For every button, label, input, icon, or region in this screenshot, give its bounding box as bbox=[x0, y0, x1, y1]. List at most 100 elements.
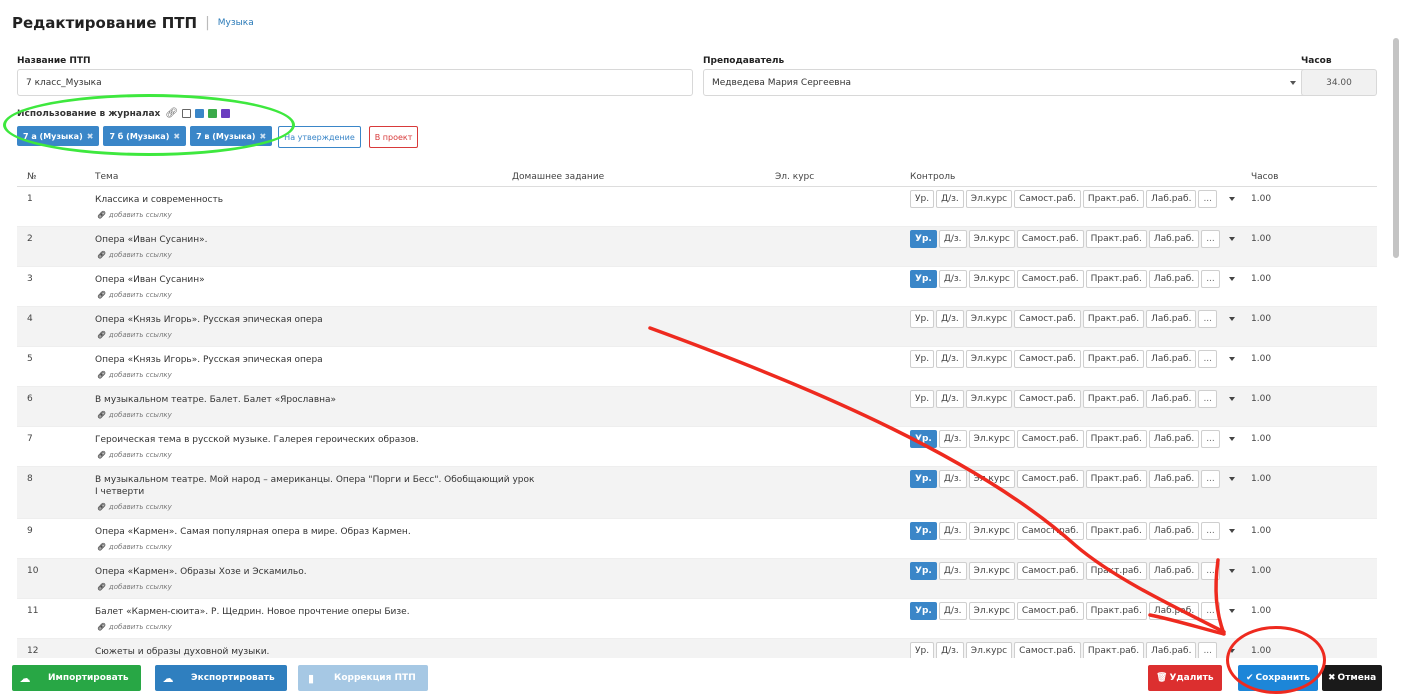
control-toggle[interactable]: Лаб.раб. bbox=[1146, 190, 1197, 208]
control-toggle[interactable]: Практ.раб. bbox=[1082, 310, 1145, 328]
control-toggle[interactable]: Эл.курс bbox=[965, 190, 1013, 208]
control-toggle[interactable]: Эл.курс bbox=[968, 230, 1015, 248]
control-toggle[interactable]: Лаб.раб. bbox=[1146, 350, 1197, 368]
control-toggle[interactable]: Самост.раб. bbox=[1014, 310, 1081, 328]
scrollbar-thumb[interactable] bbox=[1393, 38, 1399, 258]
control-toggle[interactable]: ... bbox=[1198, 190, 1218, 208]
control-toggle[interactable]: ... bbox=[1201, 602, 1220, 620]
control-toggle[interactable]: Д/з. bbox=[938, 270, 967, 288]
row-topic[interactable]: Опера «Кармен». Самая популярная опера в… bbox=[95, 526, 535, 538]
chevron-down-icon[interactable] bbox=[1229, 317, 1235, 321]
control-toggle[interactable]: Самост.раб. bbox=[1016, 230, 1084, 248]
control-toggle[interactable]: Самост.раб. bbox=[1014, 190, 1081, 208]
control-toggle[interactable]: Практ.раб. bbox=[1085, 430, 1147, 448]
control-toggle[interactable]: Эл.курс bbox=[965, 390, 1013, 408]
control-toggle[interactable]: Самост.раб. bbox=[1016, 602, 1084, 620]
control-toggle[interactable]: Лаб.раб. bbox=[1146, 310, 1197, 328]
control-toggle[interactable]: Ур. bbox=[910, 190, 935, 208]
add-link[interactable]: 🔗︎добавить ссылку bbox=[97, 251, 172, 259]
row-topic[interactable]: Классика и современность bbox=[95, 194, 535, 206]
control-toggle[interactable]: ... bbox=[1198, 310, 1218, 328]
row-topic[interactable]: Героическая тема в русской музыке. Галер… bbox=[95, 434, 535, 446]
row-topic[interactable]: Опера «Иван Сусанин». bbox=[95, 234, 535, 246]
row-topic[interactable]: Опера «Князь Игорь». Русская эпическая о… bbox=[95, 314, 535, 326]
control-toggle[interactable]: ... bbox=[1201, 430, 1220, 448]
import-button[interactable]: ☁︎ Импортировать bbox=[12, 665, 141, 691]
control-toggle[interactable]: Эл.курс bbox=[968, 270, 1015, 288]
control-toggle[interactable]: Эл.курс bbox=[968, 562, 1015, 580]
control-toggle[interactable]: Д/з. bbox=[938, 522, 967, 540]
row-topic[interactable]: В музыкальном театре. Балет. Балет «Ярос… bbox=[95, 394, 535, 406]
chevron-down-icon[interactable] bbox=[1229, 397, 1235, 401]
control-toggle[interactable]: ... bbox=[1201, 522, 1220, 540]
row-topic[interactable]: Опера «Князь Игорь». Русская эпическая о… bbox=[95, 354, 535, 366]
control-toggle[interactable]: Самост.раб. bbox=[1016, 270, 1084, 288]
add-link[interactable]: 🔗︎добавить ссылку bbox=[97, 371, 172, 379]
control-toggle[interactable]: Ур. bbox=[910, 230, 937, 248]
control-toggle[interactable]: Эл.курс bbox=[968, 522, 1015, 540]
add-link[interactable]: 🔗︎добавить ссылку bbox=[97, 543, 172, 551]
control-toggle[interactable]: ... bbox=[1201, 270, 1220, 288]
chevron-down-icon[interactable] bbox=[1229, 569, 1235, 573]
control-toggle[interactable]: Ур. bbox=[910, 390, 935, 408]
control-toggle[interactable]: Самост.раб. bbox=[1014, 390, 1081, 408]
chevron-down-icon[interactable] bbox=[1229, 197, 1235, 201]
control-toggle[interactable]: Лаб.раб. bbox=[1148, 430, 1200, 448]
add-link[interactable]: 🔗︎добавить ссылку bbox=[97, 331, 172, 339]
control-toggle[interactable]: Самост.раб. bbox=[1016, 562, 1084, 580]
control-toggle[interactable]: Лаб.раб. bbox=[1148, 562, 1200, 580]
control-toggle[interactable]: Ур. bbox=[910, 562, 937, 580]
control-toggle[interactable]: Д/з. bbox=[938, 470, 967, 488]
control-toggle[interactable]: Ур. bbox=[910, 430, 937, 448]
control-toggle[interactable]: Эл.курс bbox=[968, 470, 1015, 488]
control-toggle[interactable]: Практ.раб. bbox=[1085, 470, 1147, 488]
control-toggle[interactable]: ... bbox=[1201, 470, 1220, 488]
control-toggle[interactable]: Лаб.раб. bbox=[1148, 230, 1200, 248]
control-toggle[interactable]: ... bbox=[1198, 350, 1218, 368]
control-toggle[interactable]: Ур. bbox=[910, 522, 937, 540]
control-toggle[interactable]: Лаб.раб. bbox=[1146, 390, 1197, 408]
add-link[interactable]: 🔗︎добавить ссылку bbox=[97, 451, 172, 459]
control-toggle[interactable]: Лаб.раб. bbox=[1148, 270, 1200, 288]
delete-button[interactable]: 🗑︎ Удалить bbox=[1148, 665, 1222, 691]
control-toggle[interactable]: Практ.раб. bbox=[1082, 190, 1145, 208]
row-topic[interactable]: Сюжеты и образы духовной музыки. bbox=[95, 646, 535, 658]
control-toggle[interactable]: Лаб.раб. bbox=[1148, 522, 1200, 540]
control-toggle[interactable]: Ур. bbox=[910, 310, 935, 328]
control-toggle[interactable]: Ур. bbox=[910, 470, 937, 488]
chevron-down-icon[interactable] bbox=[1229, 529, 1235, 533]
control-toggle[interactable]: Д/з. bbox=[936, 190, 964, 208]
control-toggle[interactable]: Практ.раб. bbox=[1082, 390, 1145, 408]
control-toggle[interactable]: Практ.раб. bbox=[1085, 270, 1147, 288]
control-toggle[interactable]: Самост.раб. bbox=[1016, 430, 1084, 448]
chevron-down-icon[interactable] bbox=[1229, 609, 1235, 613]
teacher-select[interactable]: Медведева Мария Сергеевна bbox=[703, 69, 1307, 96]
project-button[interactable]: В проект bbox=[368, 126, 419, 148]
control-toggle[interactable]: Д/з. bbox=[938, 602, 967, 620]
scrollbar[interactable] bbox=[1393, 38, 1399, 638]
row-topic[interactable]: Балет «Кармен-сюита». Р. Щедрин. Новое п… bbox=[95, 606, 535, 618]
control-toggle[interactable]: Эл.курс bbox=[965, 350, 1013, 368]
control-toggle[interactable]: Д/з. bbox=[936, 350, 964, 368]
chevron-down-icon[interactable] bbox=[1229, 437, 1235, 441]
name-input[interactable]: 7 класс_Музыка bbox=[17, 69, 693, 96]
chevron-down-icon[interactable] bbox=[1229, 477, 1235, 481]
chevron-down-icon[interactable] bbox=[1229, 277, 1235, 281]
control-toggle[interactable]: Эл.курс bbox=[968, 430, 1015, 448]
control-toggle[interactable]: Лаб.раб. bbox=[1148, 470, 1200, 488]
add-link[interactable]: 🔗︎добавить ссылку bbox=[97, 291, 172, 299]
control-toggle[interactable]: Эл.курс bbox=[968, 602, 1015, 620]
control-toggle[interactable]: Д/з. bbox=[938, 430, 967, 448]
control-toggle[interactable]: Д/з. bbox=[938, 230, 967, 248]
chevron-down-icon[interactable] bbox=[1229, 237, 1235, 241]
control-toggle[interactable]: ... bbox=[1201, 230, 1220, 248]
control-toggle[interactable]: Практ.раб. bbox=[1082, 350, 1145, 368]
control-toggle[interactable]: Д/з. bbox=[936, 310, 964, 328]
row-topic[interactable]: В музыкальном театре. Мой народ – америк… bbox=[95, 474, 535, 498]
export-button[interactable]: ☁︎ Экспортировать bbox=[155, 665, 287, 691]
control-toggle[interactable]: Д/з. bbox=[938, 562, 967, 580]
control-toggle[interactable]: Практ.раб. bbox=[1085, 602, 1147, 620]
add-link[interactable]: 🔗︎добавить ссылку bbox=[97, 411, 172, 419]
control-toggle[interactable]: Самост.раб. bbox=[1014, 350, 1081, 368]
control-toggle[interactable]: ... bbox=[1201, 562, 1220, 580]
